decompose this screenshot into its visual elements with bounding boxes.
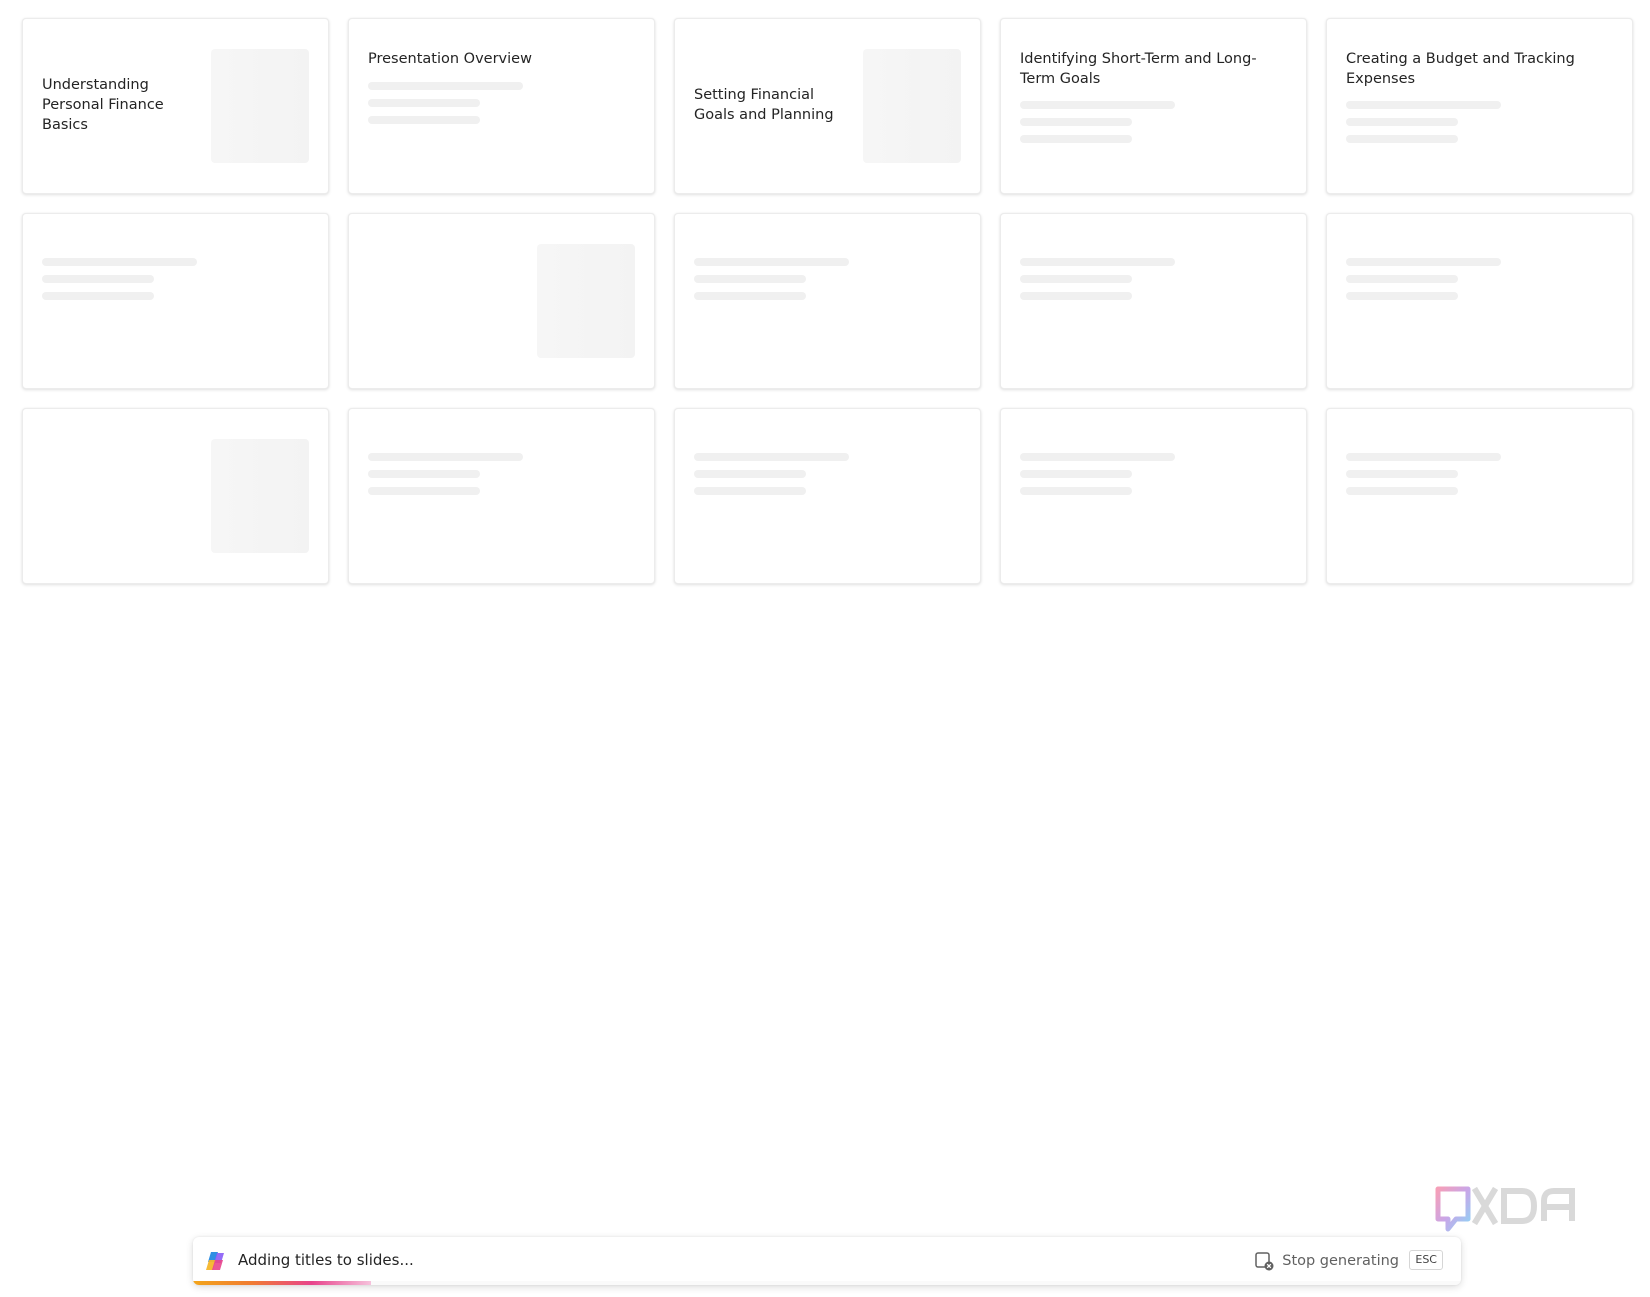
xda-watermark-logo [1435,1186,1575,1232]
copilot-icon [206,1252,224,1270]
loading-skeleton [694,453,854,504]
generation-progress-track [193,1281,1461,1285]
loading-skeleton [42,258,202,309]
slide-thumbnail-15[interactable] [1326,408,1633,584]
stop-generating-icon [1255,1252,1274,1271]
slide-thumbnail-8[interactable] [674,213,981,389]
generation-progress-fill [193,1281,371,1285]
slide-thumbnail-13[interactable] [674,408,981,584]
slide-thumbnail-3[interactable]: Setting Financial Goals and Planning [674,18,981,194]
slide-thumbnail-14[interactable] [1000,408,1307,584]
status-message: Adding titles to slides... [238,1251,414,1269]
slide-thumbnail-10[interactable] [1326,213,1633,389]
loading-skeleton [1020,101,1180,152]
slide-title: Understanding Personal Finance Basics [42,77,164,133]
image-placeholder [863,49,961,163]
slide-thumbnail-12[interactable] [348,408,655,584]
loading-skeleton [1020,453,1180,504]
slide-grid: Understanding Personal Finance Basics Pr… [22,18,1634,584]
generation-status-bar: Adding titles to slides... Stop generati… [193,1237,1461,1285]
image-placeholder [211,439,309,553]
slide-title: Creating a Budget and Tracking Expenses [1346,51,1575,87]
slide-thumbnail-9[interactable] [1000,213,1307,389]
loading-skeleton [1346,453,1506,504]
slide-title: Identifying Short-Term and Long-Term Goa… [1020,51,1257,87]
loading-skeleton [1346,258,1506,309]
slide-thumbnail-2[interactable]: Presentation Overview [348,18,655,194]
slide-thumbnail-5[interactable]: Creating a Budget and Tracking Expenses [1326,18,1633,194]
slide-thumbnail-1[interactable]: Understanding Personal Finance Basics [22,18,329,194]
image-placeholder [211,49,309,163]
slide-thumbnail-7[interactable] [348,213,655,389]
slide-title: Presentation Overview [368,51,532,67]
stop-generating-button[interactable]: Stop generating [1254,1249,1399,1273]
slide-thumbnail-6[interactable] [22,213,329,389]
loading-skeleton [1020,258,1180,309]
slide-thumbnail-11[interactable] [22,408,329,584]
stop-generating-label: Stop generating [1282,1253,1399,1269]
loading-skeleton [694,258,854,309]
loading-skeleton [368,82,528,133]
slide-title: Setting Financial Goals and Planning [694,87,834,123]
keyboard-shortcut-badge: ESC [1409,1250,1443,1270]
loading-skeleton [368,453,528,504]
slide-thumbnail-4[interactable]: Identifying Short-Term and Long-Term Goa… [1000,18,1307,194]
loading-skeleton [1346,101,1506,152]
image-placeholder [537,244,635,358]
